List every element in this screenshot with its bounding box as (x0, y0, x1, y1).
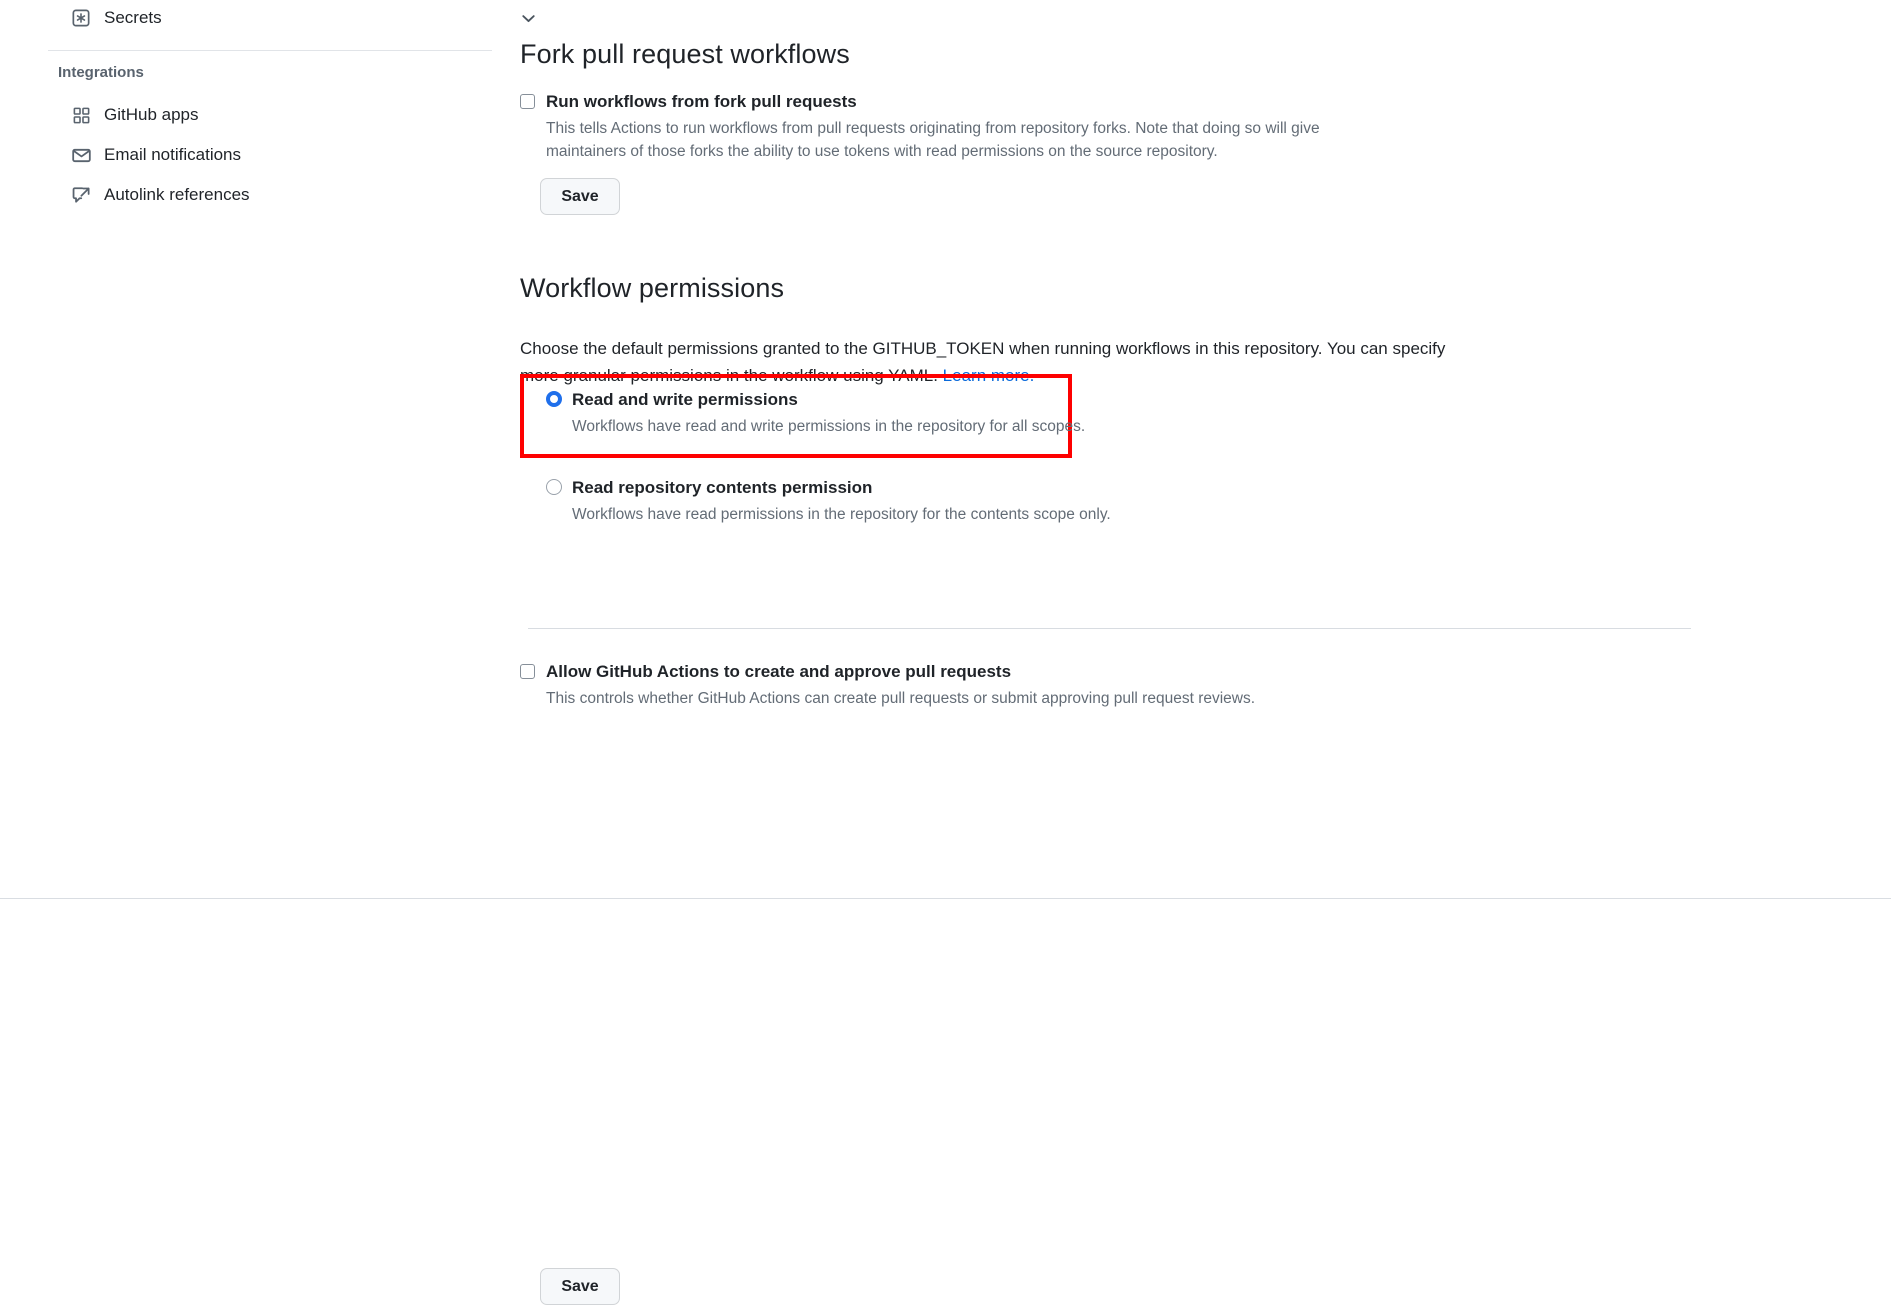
sidebar-item-autolink-references[interactable]: Autolink references (0, 175, 492, 215)
read-contents-label: Read repository contents permission (572, 478, 873, 497)
sidebar-item-email-notifications[interactable]: Email notifications (0, 135, 492, 175)
sidebar-item-label: Secrets (104, 8, 162, 27)
fork-section-heading: Fork pull request workflows (520, 39, 850, 69)
apps-grid-icon (70, 104, 92, 126)
page-footer-divider (0, 898, 1891, 899)
sidebar-nav-list: GitHub apps Email notifications Autolink… (0, 95, 492, 215)
key-asterisk-icon (70, 7, 92, 29)
settings-sidebar: Secrets Integrations GitHub apps Email n… (0, 0, 535, 914)
allow-actions-create-approve-label: Allow GitHub Actions to create and appro… (546, 662, 1012, 681)
fork-save-button[interactable]: Save (540, 178, 620, 215)
sidebar-group-title: Integrations (58, 64, 144, 81)
learn-more-link[interactable]: Learn more. (943, 366, 1035, 385)
sidebar-divider (48, 50, 492, 51)
read-contents-radio[interactable] (546, 479, 562, 495)
sidebar-item-github-apps[interactable]: GitHub apps (0, 95, 492, 135)
mail-icon (70, 144, 92, 166)
read-contents-description: Workflows have read permissions in the r… (572, 506, 1111, 523)
allow-actions-create-approve-checkbox[interactable] (520, 664, 535, 679)
run-workflows-description: This tells Actions to run workflows from… (546, 120, 1320, 160)
cross-reference-icon (70, 184, 92, 206)
workflow-permissions-heading: Workflow permissions (520, 273, 785, 303)
run-workflows-checkbox[interactable] (520, 94, 535, 109)
read-and-write-description: Workflows have read and write permission… (572, 418, 1086, 435)
sidebar-item-label: Autolink references (104, 185, 250, 204)
allow-actions-create-approve-pr-row[interactable]: Allow GitHub Actions to create and appro… (520, 660, 1446, 1305)
settings-main-content: Fork pull request workflows Run workflow… (520, 0, 1891, 1305)
sidebar-item-label: GitHub apps (104, 105, 199, 124)
workflow-permissions-description: Choose the default permissions granted t… (520, 335, 1462, 389)
run-workflows-from-fork-pull-requests-row[interactable]: Run workflows from fork pull requests Th… (520, 90, 1366, 163)
read-and-write-radio[interactable] (546, 391, 562, 407)
run-workflows-label: Run workflows from fork pull requests (546, 92, 857, 111)
settings-page: Secrets Integrations GitHub apps Email n… (0, 0, 1891, 1305)
read-repository-contents-permission-option[interactable]: Read repository contents permission Work… (546, 476, 1112, 526)
read-and-write-permissions-option[interactable]: Read and write permissions Workflows hav… (546, 388, 1112, 438)
sidebar-item-secrets[interactable]: Secrets (0, 0, 566, 38)
allow-actions-create-approve-description: This controls whether GitHub Actions can… (546, 690, 1256, 707)
read-and-write-label: Read and write permissions (572, 390, 798, 409)
sidebar-item-label: Email notifications (104, 145, 242, 164)
section-divider (528, 628, 1691, 629)
workflow-permissions-save-button[interactable]: Save (540, 1268, 620, 1305)
